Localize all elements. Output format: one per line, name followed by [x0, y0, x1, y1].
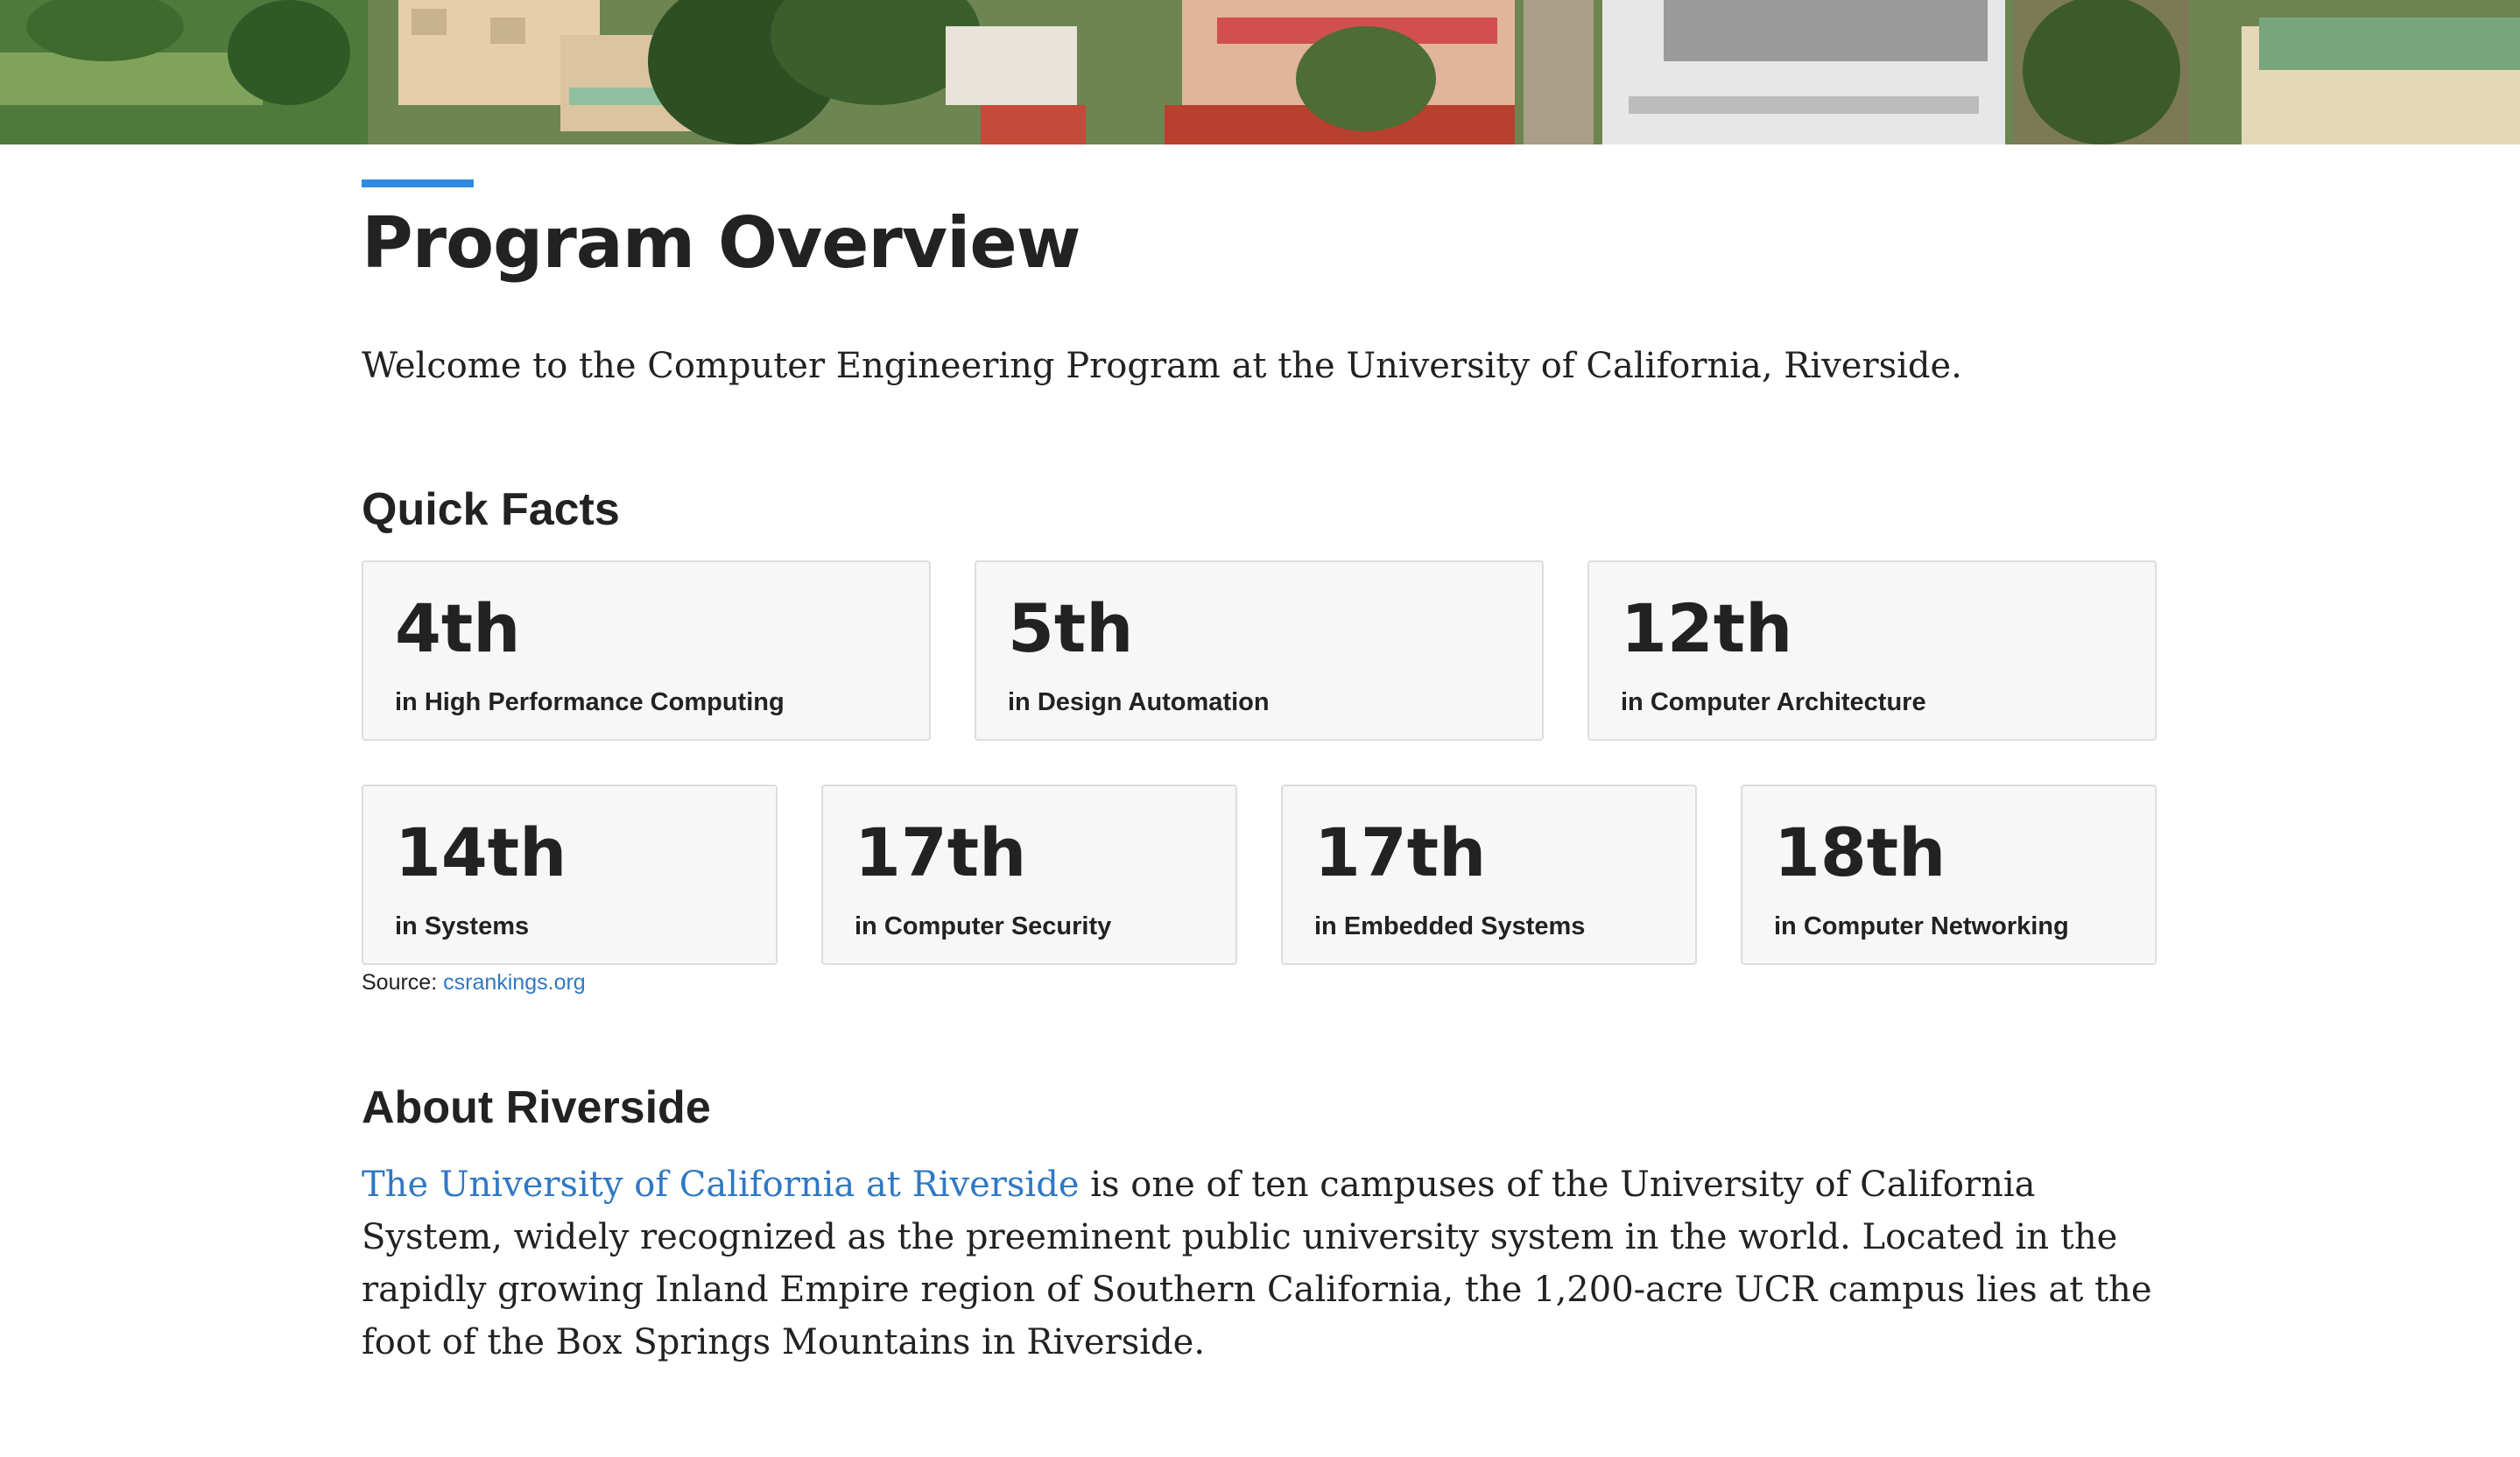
about-heading: About Riverside — [362, 1082, 711, 1133]
fact-label: in Embedded Systems — [1314, 912, 1586, 940]
fact-card-computer-networking: 18th in Computer Networking — [1741, 785, 2157, 965]
quick-facts-heading: Quick Facts — [362, 484, 620, 535]
fact-label: in Computer Architecture — [1621, 688, 1926, 716]
page-title: Program Overview — [362, 202, 1081, 284]
fact-rank: 12th — [1621, 589, 1793, 667]
fact-rank: 18th — [1774, 813, 1946, 891]
fact-rank: 17th — [855, 813, 1027, 891]
fact-label: in Design Automation — [1008, 688, 1270, 716]
fact-rank: 4th — [395, 589, 521, 667]
fact-label: in Computer Security — [855, 912, 1112, 940]
fact-rank: 17th — [1314, 813, 1487, 891]
quick-facts-row-1: 4th in High Performance Computing 5th in… — [362, 560, 2157, 741]
fact-card-hpc: 4th in High Performance Computing — [362, 560, 931, 741]
fact-label: in Systems — [395, 912, 530, 940]
fact-label: in Computer Networking — [1774, 912, 2069, 940]
fact-card-design-automation: 5th in Design Automation — [975, 560, 1544, 741]
title-accent-bar — [362, 179, 474, 187]
fact-card-embedded-systems: 17th in Embedded Systems — [1281, 785, 1697, 965]
fact-rank: 5th — [1008, 589, 1134, 667]
fact-card-computer-architecture: 12th in Computer Architecture — [1587, 560, 2157, 741]
source-prefix: Source: — [362, 970, 438, 995]
hero-banner-image — [0, 0, 2520, 144]
main-content: Program Overview Welcome to the Computer… — [362, 179, 2157, 1404]
about-paragraph: The University of California at Riversid… — [362, 1158, 2157, 1369]
fact-card-computer-security: 17th in Computer Security — [821, 785, 1237, 965]
quick-facts-row-2: 14th in Systems 17th in Computer Securit… — [362, 785, 2157, 965]
ucr-link[interactable]: The University of California at Riversid… — [362, 1165, 1080, 1205]
csrankings-link[interactable]: csrankings.org — [443, 970, 586, 995]
source-note: Source: csrankings.org — [362, 970, 2157, 996]
fact-label: in High Performance Computing — [395, 688, 785, 716]
fact-rank: 14th — [395, 813, 567, 891]
intro-text: Welcome to the Computer Engineering Prog… — [362, 346, 1962, 386]
fact-card-systems: 14th in Systems — [362, 785, 778, 965]
